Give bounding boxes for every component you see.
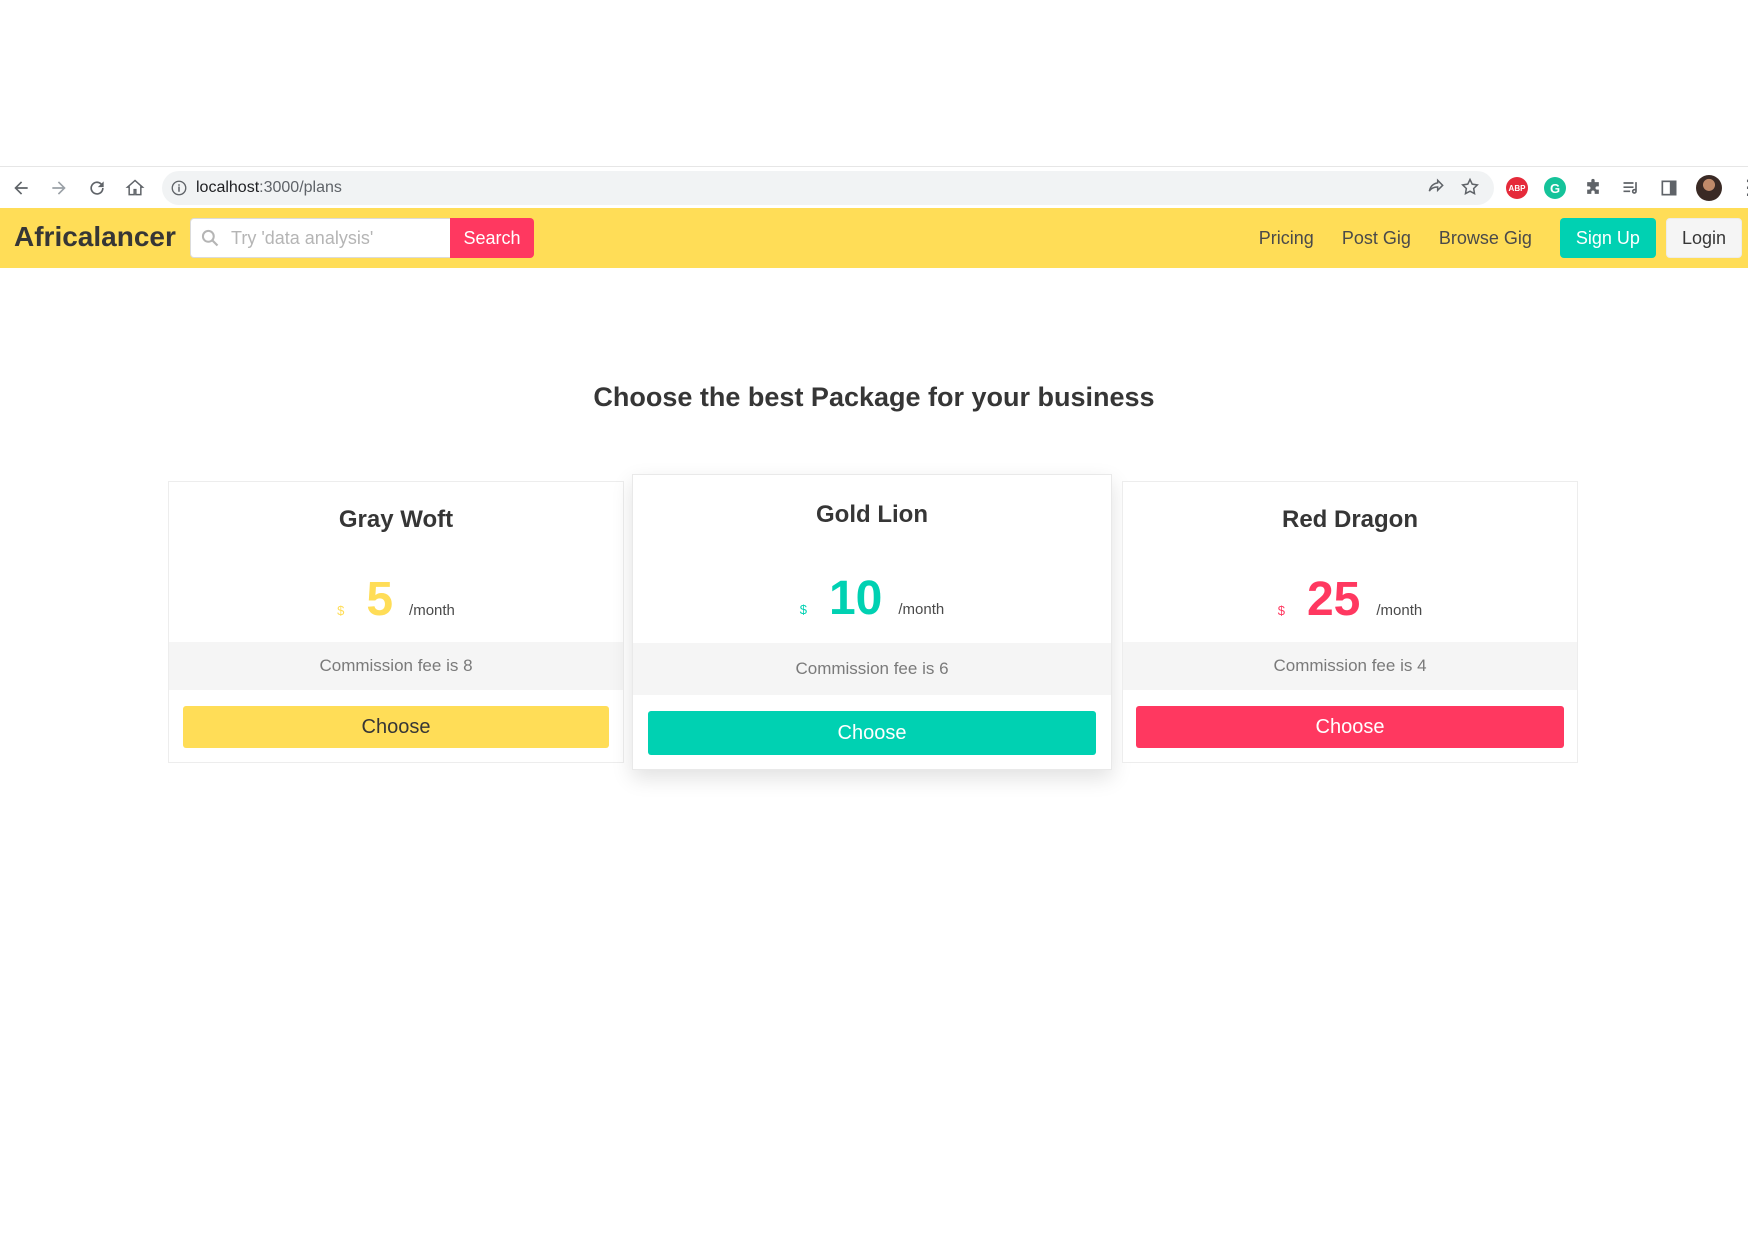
grammarly-extension-icon[interactable]: G: [1544, 177, 1566, 199]
brand-logo[interactable]: Africalancer: [14, 221, 176, 253]
choose-button-gray-woft[interactable]: Choose: [183, 706, 609, 748]
puzzle-extensions-icon[interactable]: [1582, 177, 1604, 199]
login-button[interactable]: Login: [1665, 218, 1742, 258]
plan-price: $ 5 /month: [169, 572, 623, 627]
adblock-extension-icon[interactable]: ABP: [1506, 177, 1528, 199]
nav-link-post-gig[interactable]: Post Gig: [1342, 228, 1411, 249]
address-bar[interactable]: localhost:3000/plans: [162, 171, 1494, 205]
choose-button-gold-lion[interactable]: Choose: [648, 711, 1096, 755]
reading-list-icon[interactable]: [1620, 177, 1642, 199]
price-period: /month: [409, 602, 455, 619]
side-panel-icon[interactable]: [1658, 177, 1680, 199]
forward-icon[interactable]: [42, 171, 76, 205]
nav-link-browse-gig[interactable]: Browse Gig: [1439, 228, 1532, 249]
extensions-area: ABP G ⋮: [1506, 171, 1748, 205]
home-icon[interactable]: [118, 171, 152, 205]
url-host: localhost: [196, 179, 260, 196]
search-button[interactable]: Search: [450, 218, 534, 258]
browser-menu-icon[interactable]: ⋮: [1738, 178, 1748, 198]
share-icon[interactable]: [1426, 177, 1446, 202]
plan-name: Gold Lion: [816, 501, 928, 528]
price-amount: 10: [828, 572, 883, 625]
commission-fee: Commission fee is 8: [169, 642, 623, 690]
back-icon[interactable]: [4, 171, 38, 205]
profile-avatar[interactable]: [1696, 175, 1722, 201]
site-navbar: Africalancer Search Pricing Post Gig Bro…: [0, 208, 1748, 268]
search-bar: Search: [190, 218, 534, 258]
nav-link-pricing[interactable]: Pricing: [1259, 228, 1314, 249]
bookmark-star-icon[interactable]: [1460, 177, 1480, 202]
search-icon: [200, 228, 220, 248]
site-info-icon[interactable]: [162, 179, 196, 197]
plan-name: Red Dragon: [1281, 506, 1418, 533]
search-input[interactable]: [190, 218, 450, 258]
choose-button-red-dragon[interactable]: Choose: [1136, 706, 1564, 748]
plan-name: Gray Woft: [338, 506, 454, 533]
plan-card-gray-woft: Gray Woft $ 5 /month Commission fee is 8…: [168, 481, 624, 763]
reload-icon[interactable]: [80, 171, 114, 205]
plan-card-red-dragon: Red Dragon $ 25 /month Commission fee is…: [1122, 481, 1578, 763]
plan-price: $ 25 /month: [1123, 572, 1577, 627]
signup-button[interactable]: Sign Up: [1559, 218, 1656, 258]
nav-links: Pricing Post Gig Browse Gig Sign Up Logi…: [1259, 208, 1748, 268]
commission-fee: Commission fee is 4: [1123, 642, 1577, 690]
price-amount: 5: [366, 573, 394, 626]
price-period: /month: [898, 601, 945, 618]
page: localhost:3000/plans ABP G ⋮ Africalance…: [0, 0, 1748, 1240]
price-period: /month: [1376, 602, 1423, 619]
plan-card-gold-lion: Gold Lion $ 10 /month Commission fee is …: [632, 474, 1112, 770]
plan-price: $ 10 /month: [633, 571, 1111, 626]
commission-fee: Commission fee is 6: [633, 643, 1111, 695]
url-text: localhost:3000/plans: [196, 179, 342, 197]
price-amount: 25: [1306, 573, 1361, 626]
browser-toolbar: localhost:3000/plans ABP G ⋮: [0, 166, 1748, 209]
url-path: :3000/plans: [259, 179, 342, 196]
currency-symbol: $: [337, 603, 345, 618]
currency-symbol: $: [799, 602, 807, 617]
page-title: Choose the best Package for your busines…: [593, 382, 1155, 412]
currency-symbol: $: [1277, 603, 1285, 618]
